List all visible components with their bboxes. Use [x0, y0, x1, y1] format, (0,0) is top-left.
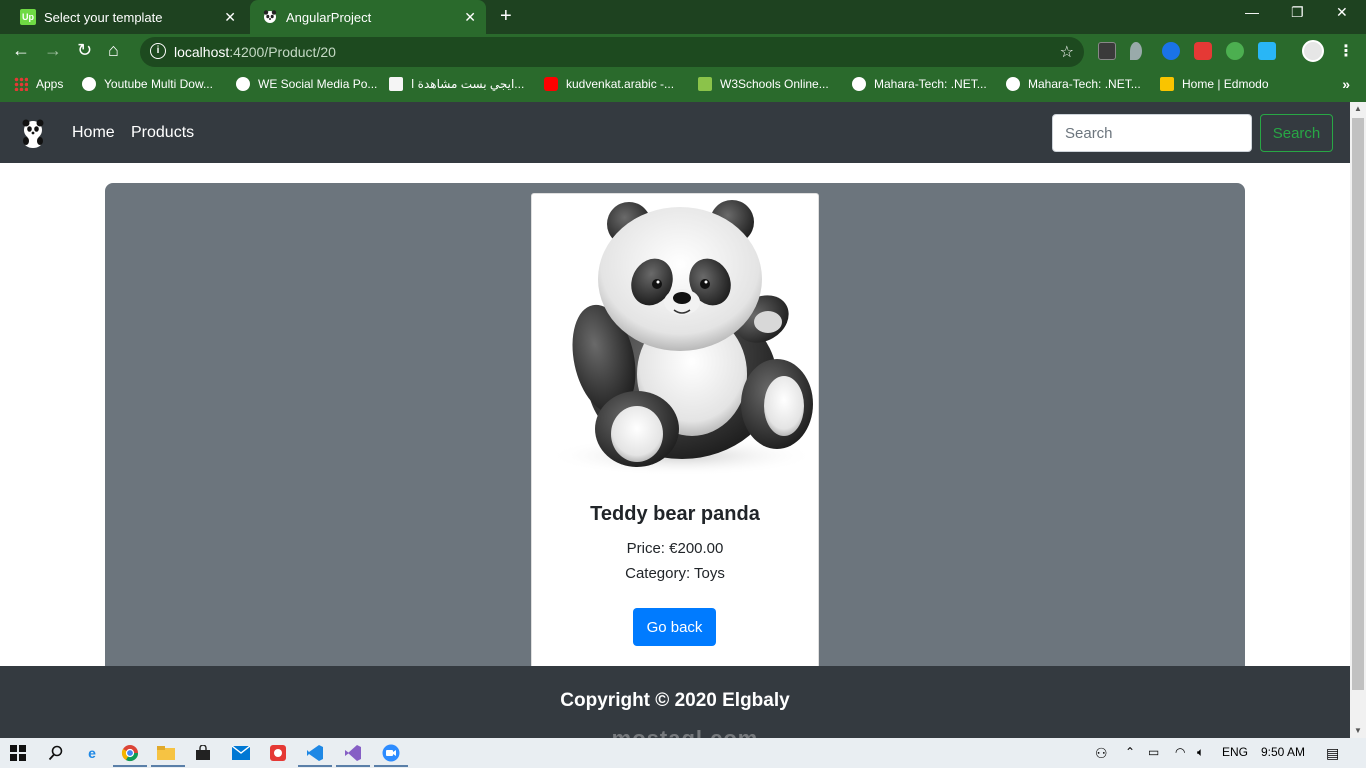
profile-avatar[interactable]	[1302, 40, 1324, 62]
minimize-icon[interactable]: —	[1245, 4, 1259, 20]
more-menu-icon[interactable]: ⋮	[1338, 41, 1354, 61]
visual-studio-icon[interactable]	[343, 743, 363, 763]
product-title: Teddy bear panda	[590, 503, 760, 525]
scroll-down-icon[interactable]: ▼	[1350, 724, 1366, 738]
go-back-button[interactable]: Go back	[633, 608, 716, 646]
share-extension-icon[interactable]	[1258, 42, 1276, 60]
volume-icon[interactable]: 🔈︎	[1197, 745, 1204, 760]
search-button[interactable]: Search	[1260, 114, 1333, 152]
tab-title: AngularProject	[286, 9, 372, 25]
mostaql-watermark: mostaql.com	[600, 726, 770, 738]
bookmark-item[interactable]: W3Schools Online...	[698, 77, 829, 91]
bookmark-apps[interactable]: Apps	[14, 77, 63, 91]
window-close-icon[interactable]: ✕	[1336, 4, 1348, 21]
wifi-icon[interactable]: ◠	[1175, 745, 1185, 759]
panda-logo-icon[interactable]	[18, 118, 48, 148]
nav-home-link[interactable]: Home	[72, 124, 115, 142]
vertical-scrollbar[interactable]: ▲ ▼	[1350, 102, 1366, 738]
clock[interactable]: 9:50 AM	[1261, 745, 1305, 759]
active-app-indicator	[151, 765, 185, 767]
tab-angular-project[interactable]: AngularProject ✕	[250, 0, 486, 34]
nav-products-link[interactable]: Products	[131, 124, 194, 142]
globe-icon	[82, 77, 96, 91]
page-footer: Copyright © 2020 Elgbaly mostaql.com	[0, 666, 1350, 738]
active-app-indicator	[113, 765, 147, 767]
people-icon[interactable]: ⚇	[1095, 745, 1108, 762]
mahara-icon	[852, 77, 866, 91]
photo-app-icon[interactable]	[268, 743, 288, 763]
upwork-icon: Up	[20, 9, 36, 25]
notifications-icon[interactable]: ▤	[1326, 745, 1339, 762]
youtube-icon	[544, 77, 558, 91]
restore-icon[interactable]: ❐	[1291, 4, 1304, 21]
bookmark-item[interactable]: Youtube Multi Dow...	[82, 77, 213, 91]
bookmark-item[interactable]: WE Social Media Po...	[236, 77, 377, 91]
edmodo-icon	[1160, 77, 1174, 91]
bookmarks-bar: Apps Youtube Multi Dow... WE Social Medi…	[0, 70, 1366, 102]
windows-taskbar: e ⚇ ⌃ ▭ ◠ 🔈︎ ENG 9:50 AM ▤	[0, 738, 1366, 768]
adblock-extension-icon[interactable]	[1194, 42, 1212, 60]
w3schools-icon	[698, 77, 712, 91]
scroll-thumb[interactable]	[1352, 118, 1364, 690]
bookmark-item[interactable]: Mahara-Tech: .NET...	[1006, 77, 1141, 91]
pdf-extension-icon[interactable]	[1098, 42, 1116, 60]
app-navbar: Home Products Search	[0, 102, 1350, 163]
file-explorer-icon[interactable]	[156, 743, 176, 763]
web-page: Home Products Search Search Teddy bear p…	[0, 102, 1350, 738]
panda-product-image	[547, 200, 817, 476]
zoom-icon[interactable]	[381, 743, 401, 763]
apps-grid-icon	[14, 77, 28, 91]
product-card: Teddy bear panda Price: €200.00 Category…	[531, 193, 819, 673]
active-app-indicator	[374, 765, 408, 767]
bookmark-extension-icon[interactable]	[1162, 42, 1180, 60]
close-icon[interactable]: ✕	[464, 9, 476, 26]
battery-icon[interactable]: ▭	[1148, 745, 1159, 759]
address-bar[interactable]: i localhost:4200/Product/20 ☆	[140, 37, 1084, 67]
forward-arrow-icon[interactable]: →	[44, 40, 62, 61]
close-icon[interactable]: ✕	[224, 9, 236, 26]
globe-icon	[236, 77, 250, 91]
location-extension-icon[interactable]	[1130, 42, 1142, 60]
active-app-indicator	[298, 765, 332, 767]
browser-tab-strip: Up Select your template ✕ AngularProject…	[0, 0, 1366, 34]
panda-icon	[262, 9, 278, 25]
windows-start-icon[interactable]	[8, 743, 28, 763]
back-arrow-icon[interactable]: ←	[12, 40, 30, 61]
bookmark-item[interactable]: Home | Edmodo	[1160, 77, 1269, 91]
globe-extension-icon[interactable]	[1226, 42, 1244, 60]
store-icon[interactable]	[193, 743, 213, 763]
reload-icon[interactable]: ↻	[77, 40, 92, 61]
product-category: Category: Toys	[625, 565, 725, 582]
bookmark-item[interactable]: ايجي بست مشاهدة ا...	[389, 77, 524, 91]
url-text[interactable]: localhost:4200/Product/20	[174, 44, 336, 60]
chrome-icon[interactable]	[120, 743, 140, 763]
new-tab-icon[interactable]: +	[500, 6, 512, 26]
more-bookmarks-icon[interactable]: »	[1342, 76, 1350, 92]
scroll-up-icon[interactable]: ▲	[1350, 102, 1366, 116]
language-indicator[interactable]: ENG	[1222, 745, 1248, 759]
search-icon[interactable]	[46, 743, 66, 763]
bookmark-star-icon[interactable]: ☆	[1060, 42, 1074, 62]
mail-icon[interactable]	[231, 743, 251, 763]
copyright-text: Copyright © 2020 Elgbaly	[560, 690, 790, 711]
bookmark-item[interactable]: kudvenkat.arabic -...	[544, 77, 674, 91]
browser-toolbar: ← → ↻ ⌂ i localhost:4200/Product/20 ☆ ⋮	[0, 34, 1366, 70]
egybest-icon	[389, 77, 403, 91]
search-input[interactable]	[1052, 114, 1252, 152]
home-icon[interactable]: ⌂	[108, 40, 119, 61]
product-price: Price: €200.00	[626, 540, 724, 557]
edge-icon[interactable]: e	[82, 743, 102, 763]
tab-select-template[interactable]: Up Select your template ✕	[8, 0, 246, 34]
info-icon[interactable]: i	[150, 43, 166, 59]
active-app-indicator	[336, 765, 370, 767]
tab-title: Select your template	[44, 9, 163, 25]
mahara-icon	[1006, 77, 1020, 91]
vscode-icon[interactable]	[305, 743, 325, 763]
bookmark-item[interactable]: Mahara-Tech: .NET...	[852, 77, 987, 91]
chevron-up-icon[interactable]: ⌃	[1125, 745, 1135, 759]
